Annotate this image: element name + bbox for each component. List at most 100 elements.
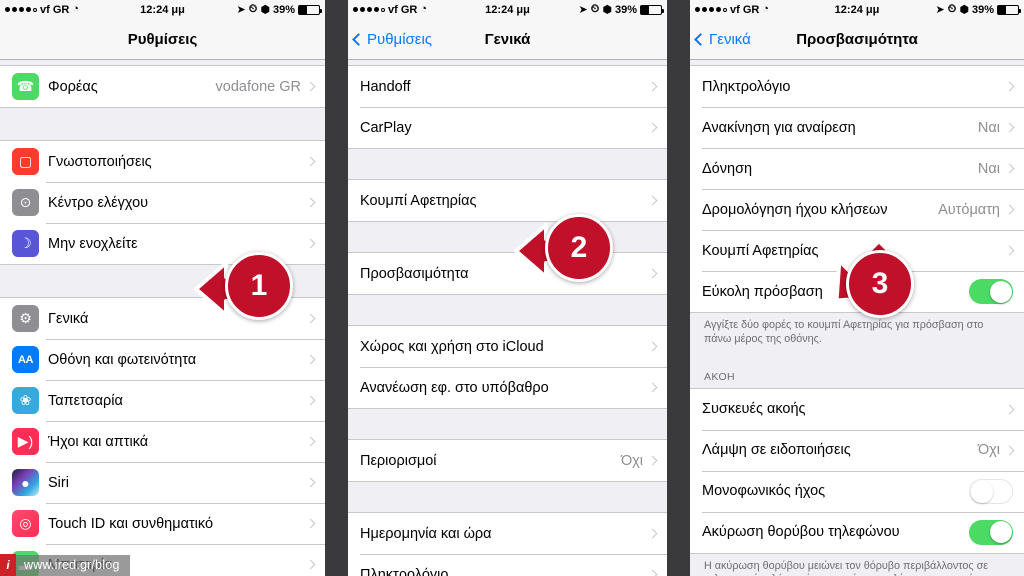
status-bar-right: ➤ ⏲ ⬢ 39% [236,3,322,16]
list-item-label: Siri [48,474,69,491]
list-item[interactable]: ❀ Ταπετσαρία [0,380,325,421]
list-item[interactable]: Πληκτρολόγιο [348,554,667,576]
list-item-label: Συσκευές ακοής [702,401,806,418]
chevron-right-icon [647,268,658,279]
chevron-right-icon [647,195,658,206]
list-item-label: Μονοφωνικός ήχος [702,483,826,500]
location-arrow-icon: ➤ [935,4,945,16]
list-item-label: Ακύρωση θορύβου τηλεφώνου [702,524,900,541]
chevron-right-icon [305,354,316,365]
chevron-right-icon [647,569,658,576]
accessibility-list[interactable]: Πληκτρολόγιο Ανακίνηση για αναίρεση Ναι Δόν… [690,60,1024,576]
list-item-value: Ναι [977,119,1000,136]
carrier-name: vf GR [730,3,760,16]
list-item-label: Δόνηση [702,160,753,177]
chevron-right-icon [647,122,658,133]
chevron-right-icon [1004,81,1015,92]
signal-dots-icon [695,7,727,12]
list-item-label: Κέντρο ελέγχου [48,194,149,211]
list-item[interactable]: AA Οθόνη και φωτεινότητα [0,339,325,380]
back-button-label: Ρυθμίσεις [367,30,433,48]
list-item-label: Ανανέωση εφ. στο υπόβαθρο [360,379,549,396]
list-section: Περιορισμοί Όχι [348,439,667,482]
section-gap [348,409,667,439]
toggle-knob [971,481,993,504]
list-item[interactable]: ▢ Γνωστοποιήσεις [0,141,325,182]
list-item[interactable]: ⊙ Κέντρο ελέγχου [0,182,325,223]
battery-percent: 39% [971,3,994,16]
chevron-right-icon [305,313,316,324]
battery-percent: 39% [614,3,637,16]
list-item[interactable]: ◎ Touch ID και συνθηματικό [0,503,325,544]
back-button[interactable]: Ρυθμίσεις [348,31,432,48]
list-item-value: Αυτόματη [938,201,1000,218]
list-item[interactable]: CarPlay [348,107,667,148]
general-list[interactable]: Handoff CarPlay Κουμπί Αφετηρίας Προσβασιμό… [348,60,667,576]
bluetooth-icon: ⬢ [959,4,969,16]
list-item[interactable]: Προσβασιμότητα [348,253,667,294]
chevron-right-icon [305,518,316,529]
list-item-label: Λάμψη σε ειδοποιήσεις [702,442,851,459]
chevron-right-icon [647,455,658,466]
list-section: Χώρος και χρήση στο iCloud Ανανέωση εφ. σ… [348,325,667,409]
list-item[interactable]: ● Siri [0,462,325,503]
list-item[interactable]: Λάμψη σε ειδοποιήσεις Όχι [690,429,1024,471]
location-arrow-icon: ➤ [236,4,246,16]
chevron-right-icon [305,477,316,488]
chevron-left-icon [694,32,707,46]
list-item-value: Όχι [620,452,643,469]
status-bar: vf GR ◔ 12:24 μμ ➤ ⏲ ⬢ 39% [348,0,667,19]
battery-percent: 39% [272,3,295,16]
display-brightness-icon: AA [12,346,39,373]
list-section: Συσκευές ακοής Λάμψη σε ειδοποιήσεις Όχι Μο… [690,387,1024,554]
list-item[interactable]: Handoff [348,66,667,107]
chevron-right-icon [1004,163,1015,174]
wifi-icon: ◔ [420,3,427,15]
list-section: Handoff CarPlay [348,65,667,149]
status-bar-left: vf GR ◔ [353,4,427,16]
list-item[interactable]: Ημερομηνία και ώρα [348,513,667,554]
annotation-badge-1: 1 [225,252,293,320]
settings-list[interactable]: ☎ Φορέας vodafone GR ▢ Γνωστοποιήσεις ⊙ Κέντρο… [0,60,325,576]
toggle-switch[interactable] [969,478,1013,504]
list-item[interactable]: Κουμπί Αφετηρίας [348,180,667,221]
wifi-icon: ◔ [72,3,79,15]
wifi-icon: ◔ [762,3,769,15]
alarm-icon: ⏲ [947,3,957,15]
chevron-right-icon [647,81,658,92]
list-item[interactable]: Περιορισμοί Όχι [348,440,667,481]
toggle-switch[interactable] [969,279,1013,304]
back-button[interactable]: Γενικά [690,31,751,48]
chevron-right-icon [305,156,316,167]
page-title: Ρυθμίσεις [127,30,198,48]
toggle-switch[interactable] [969,519,1013,545]
chevron-right-icon [647,382,658,393]
signal-dots-icon [5,7,37,12]
chevron-right-icon [647,528,658,539]
list-item[interactable]: Χώρος και χρήση στο iCloud [348,326,667,367]
chevron-right-icon [305,81,316,92]
list-item[interactable]: Ανανέωση εφ. στο υπόβαθρο [348,367,667,408]
list-item[interactable]: Ανακίνηση για αναίρεση Ναι [690,107,1024,148]
list-item[interactable]: Δόνηση Ναι [690,148,1024,189]
phone-icon: ☎ [12,73,39,100]
bluetooth-icon: ⬢ [602,4,612,16]
status-bar: vf GR ◔ 12:24 μμ ➤ ⏲ ⬢ 39% [0,0,325,19]
section-gap [348,295,667,325]
gear-icon: ⚙ [12,305,39,332]
alarm-icon: ⏲ [248,3,258,15]
list-item[interactable]: ▶) Ήχοι και απτικά [0,421,325,462]
list-item[interactable]: Ακύρωση θορύβου τηλεφώνου [690,511,1024,553]
list-item[interactable]: Δρομολόγηση ήχου κλήσεων Αυτόματη [690,189,1024,230]
touch-id-icon: ◎ [12,510,39,537]
list-item-label: Γνωστοποιήσεις [48,153,152,170]
list-item[interactable]: Συσκευές ακοής [690,388,1024,430]
chevron-right-icon [1004,245,1015,256]
list-item[interactable]: ☎ Φορέας vodafone GR [0,66,325,107]
list-item[interactable]: Πληκτρολόγιο [690,66,1024,107]
siri-icon: ● [12,469,39,496]
status-bar-right: ➤ ⏲ ⬢ 39% [579,3,664,16]
battery-icon [997,4,1021,15]
list-item[interactable]: Μονοφωνικός ήχος [690,470,1024,512]
list-item-label: Περιορισμοί [360,452,437,469]
